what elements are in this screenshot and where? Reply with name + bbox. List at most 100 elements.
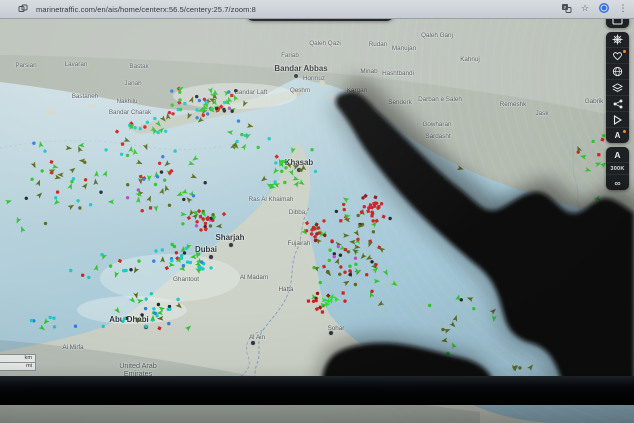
vessel-marker[interactable]: [185, 195, 193, 203]
vessel-marker[interactable]: [31, 161, 38, 169]
vessel-marker[interactable]: [316, 292, 319, 295]
vessel-marker[interactable]: [353, 229, 361, 237]
vessel-marker[interactable]: [118, 259, 122, 263]
vessel-marker[interactable]: [52, 164, 59, 170]
vessel-marker[interactable]: [114, 307, 122, 315]
vessel-marker[interactable]: [450, 341, 457, 349]
font-size-button[interactable]: A: [606, 147, 629, 162]
vessel-marker[interactable]: [171, 103, 174, 106]
vessel-marker[interactable]: [198, 99, 201, 102]
vessel-marker[interactable]: [367, 206, 370, 209]
vessel-marker[interactable]: [157, 303, 160, 306]
vessel-marker[interactable]: [453, 314, 459, 321]
vessel-marker[interactable]: [139, 127, 142, 130]
vessel-marker[interactable]: [490, 307, 498, 315]
vessel-marker[interactable]: [173, 149, 176, 152]
vessel-marker[interactable]: [135, 191, 143, 199]
vessel-marker[interactable]: [137, 259, 140, 262]
vessel-marker[interactable]: [145, 297, 148, 300]
vessel-marker[interactable]: [491, 315, 496, 322]
vessel-marker[interactable]: [185, 324, 193, 332]
vessel-marker[interactable]: [144, 307, 147, 310]
vessel-marker[interactable]: [67, 182, 74, 190]
vessel-marker[interactable]: [284, 166, 287, 169]
vessel-marker[interactable]: [93, 178, 98, 185]
vessel-marker[interactable]: [356, 238, 359, 241]
labels-toggle-button[interactable]: A: [606, 127, 629, 143]
vessel-marker[interactable]: [260, 176, 268, 184]
vessel-marker[interactable]: [100, 253, 103, 256]
vessel-marker[interactable]: [78, 206, 81, 209]
vessel-marker[interactable]: [206, 112, 209, 115]
vessel-marker[interactable]: [274, 161, 277, 164]
vessel-marker[interactable]: [195, 95, 198, 98]
vessel-marker[interactable]: [376, 206, 379, 209]
vessel-marker[interactable]: [180, 254, 183, 257]
vessel-marker[interactable]: [310, 228, 313, 231]
menu-icon[interactable]: ⋮: [616, 1, 630, 15]
vessel-marker[interactable]: [178, 98, 181, 101]
vessel-marker[interactable]: [321, 298, 327, 303]
vessel-marker[interactable]: [115, 129, 119, 133]
vessel-marker[interactable]: [227, 90, 230, 93]
vessel-marker[interactable]: [175, 251, 178, 254]
vessel-marker[interactable]: [136, 196, 141, 203]
vessel-marker[interactable]: [201, 217, 204, 220]
vessel-marker[interactable]: [42, 318, 50, 326]
vessel-marker[interactable]: [84, 178, 87, 181]
vessel-marker[interactable]: [129, 268, 132, 271]
vessel-marker[interactable]: [416, 187, 419, 190]
vessel-marker[interactable]: [154, 183, 157, 186]
vessel-marker[interactable]: [343, 271, 346, 274]
vessel-marker[interactable]: [372, 230, 375, 233]
vessel-marker[interactable]: [280, 170, 283, 173]
vessel-marker[interactable]: [372, 219, 375, 222]
vessel-marker[interactable]: [155, 120, 163, 128]
vessel-marker[interactable]: [359, 253, 367, 261]
vessel-marker[interactable]: [67, 203, 75, 210]
vessel-marker[interactable]: [52, 317, 55, 320]
vessel-marker[interactable]: [52, 199, 60, 207]
vessel-marker[interactable]: [307, 299, 310, 302]
vessel-marker[interactable]: [204, 181, 207, 184]
vessel-marker[interactable]: [298, 179, 306, 187]
vessel-marker[interactable]: [102, 169, 109, 177]
vessel-marker[interactable]: [466, 295, 474, 302]
vessel-marker[interactable]: [128, 145, 134, 152]
vessel-marker[interactable]: [155, 314, 158, 317]
vessel-marker[interactable]: [25, 197, 28, 200]
vessel-marker[interactable]: [143, 125, 146, 128]
vessel-marker[interactable]: [234, 89, 237, 92]
vessel-marker[interactable]: [271, 167, 279, 175]
vessel-marker[interactable]: [585, 167, 593, 174]
vessel-marker[interactable]: [146, 121, 149, 124]
vessel-marker[interactable]: [74, 325, 77, 328]
vessel-marker[interactable]: [383, 269, 390, 277]
vessel-marker[interactable]: [211, 213, 214, 216]
vessel-marker[interactable]: [441, 328, 444, 331]
vessel-marker[interactable]: [163, 160, 171, 168]
vessel-marker[interactable]: [194, 211, 197, 214]
vessel-marker[interactable]: [133, 292, 139, 299]
vessel-marker[interactable]: [126, 196, 129, 199]
vessel-marker[interactable]: [337, 245, 340, 248]
vessel-marker[interactable]: [109, 264, 112, 267]
vessel-marker[interactable]: [343, 299, 346, 302]
vessel-marker[interactable]: [370, 214, 374, 218]
vessel-marker[interactable]: [231, 110, 234, 113]
vessel-marker[interactable]: [182, 198, 185, 201]
vessel-marker[interactable]: [314, 239, 317, 242]
vessel-marker[interactable]: [150, 292, 153, 295]
vessel-marker[interactable]: [343, 279, 351, 286]
translate-icon[interactable]: a: [559, 1, 573, 15]
vessel-marker[interactable]: [228, 107, 231, 110]
vessel-markers-layer[interactable]: [0, 0, 634, 423]
vessel-marker[interactable]: [322, 265, 326, 269]
vessel-marker[interactable]: [366, 209, 370, 213]
vessel-marker[interactable]: [600, 138, 604, 142]
vessel-marker[interactable]: [354, 257, 357, 260]
vessel-marker[interactable]: [177, 85, 185, 93]
vessel-marker[interactable]: [209, 266, 212, 269]
vessel-marker[interactable]: [373, 195, 377, 199]
vessel-marker[interactable]: [171, 243, 174, 246]
